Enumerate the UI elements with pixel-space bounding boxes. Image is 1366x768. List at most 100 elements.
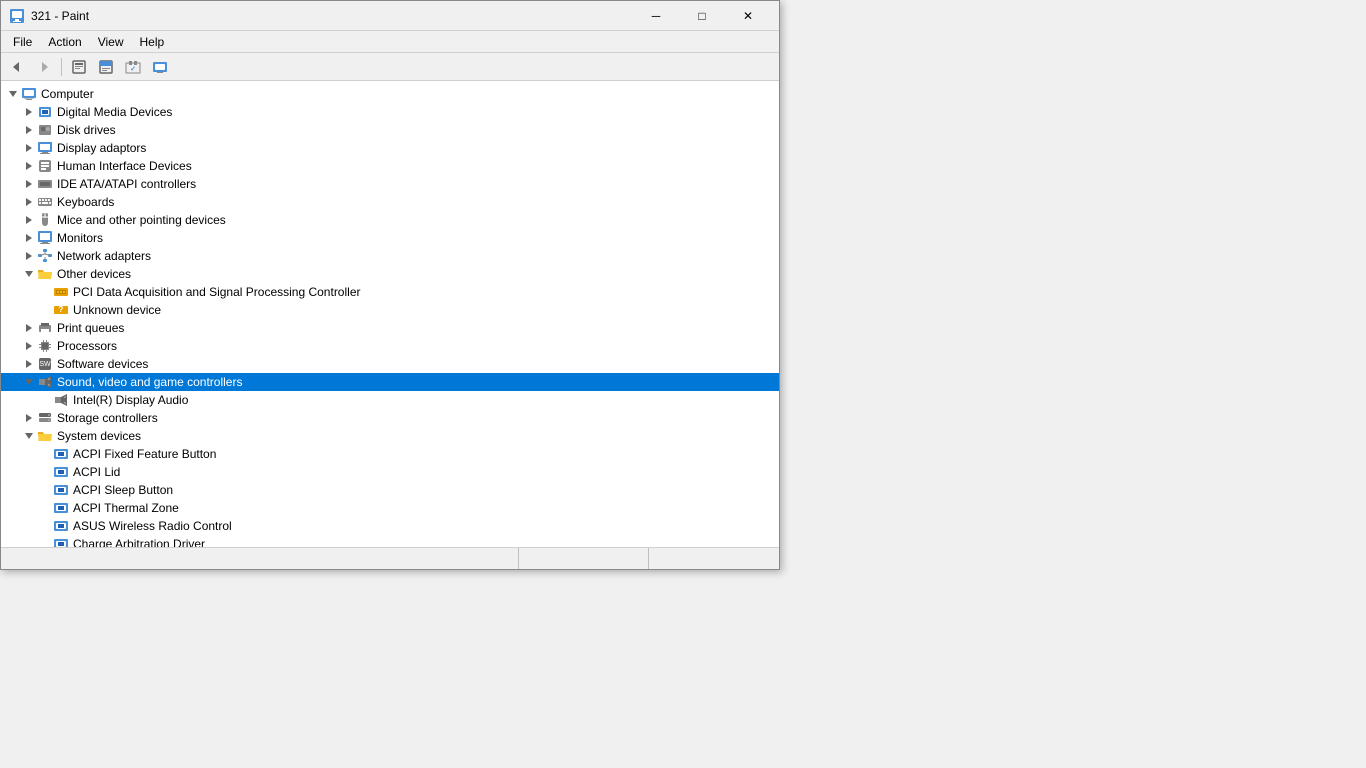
device-label-software-devices: Software devices [57, 357, 148, 371]
tree-item-disk-drives[interactable]: Disk drives [1, 121, 779, 139]
tree-item-display-adaptors[interactable]: Display adaptors [1, 139, 779, 157]
tree-item-software-devices[interactable]: SW Software devices [1, 355, 779, 373]
status-section-1 [1, 548, 519, 569]
tree-item-acpi-fixed-feature[interactable]: ACPI Fixed Feature Button [1, 445, 779, 463]
expand-icon-acpi-fixed-feature [37, 446, 53, 462]
tree-item-acpi-sleep[interactable]: ACPI Sleep Button [1, 481, 779, 499]
device-label-acpi-sleep: ACPI Sleep Button [73, 483, 173, 497]
tree-item-print-queues[interactable]: Print queues [1, 319, 779, 337]
device-label-ide-atapi: IDE ATA/ATAPI controllers [57, 177, 196, 191]
tree-item-pci-data[interactable]: PCI Data Acquisition and Signal Processi… [1, 283, 779, 301]
tree-item-intel-display-audio[interactable]: Intel(R) Display Audio [1, 391, 779, 409]
device-label-acpi-lid: ACPI Lid [73, 465, 120, 479]
device-icon-acpi-lid [53, 464, 69, 480]
tree-item-acpi-thermal[interactable]: ACPI Thermal Zone [1, 499, 779, 517]
svg-text:SW: SW [39, 361, 51, 368]
device-icon-monitors [37, 230, 53, 246]
tree-item-acpi-lid[interactable]: ACPI Lid [1, 463, 779, 481]
tree-item-storage-controllers[interactable]: Storage controllers [1, 409, 779, 427]
menu-file[interactable]: File [5, 33, 40, 51]
device-icon-other-devices [37, 266, 53, 282]
status-section-2 [519, 548, 649, 569]
device-icon-computer [21, 86, 37, 102]
tree-item-unknown-device[interactable]: ?Unknown device [1, 301, 779, 319]
minimize-button[interactable]: ─ [633, 1, 679, 31]
tree-item-keyboards[interactable]: Keyboards [1, 193, 779, 211]
tree-item-sound-video[interactable]: Sound, video and game controllers [1, 373, 779, 391]
device-label-monitors: Monitors [57, 231, 103, 245]
expand-icon-computer[interactable] [5, 86, 21, 102]
enable-device-button[interactable]: ✓ [121, 56, 145, 78]
expand-icon-asus-wireless [37, 518, 53, 534]
menu-bar: File Action View Help [1, 31, 779, 53]
tree-item-charge-arbitration[interactable]: Charge Arbitration Driver [1, 535, 779, 547]
toolbar-separator-1 [61, 58, 62, 76]
device-label-network-adapters: Network adapters [57, 249, 151, 263]
expand-icon-keyboards[interactable] [21, 194, 37, 210]
menu-action[interactable]: Action [40, 33, 89, 51]
maximize-button[interactable]: □ [679, 1, 725, 31]
tree-item-system-devices[interactable]: System devices [1, 427, 779, 445]
device-icon-disk-drives [37, 122, 53, 138]
expand-icon-other-devices[interactable] [21, 266, 37, 282]
expand-icon-acpi-sleep [37, 482, 53, 498]
tree-item-mice[interactable]: Mice and other pointing devices [1, 211, 779, 229]
device-icon-ide-atapi [37, 176, 53, 192]
expand-icon-charge-arbitration [37, 536, 53, 547]
expand-icon-human-interface[interactable] [21, 158, 37, 174]
expand-icon-disk-drives[interactable] [21, 122, 37, 138]
expand-icon-acpi-thermal [37, 500, 53, 516]
expand-icon-storage-controllers[interactable] [21, 410, 37, 426]
tree-item-digital-media[interactable]: Digital Media Devices [1, 103, 779, 121]
expand-icon-monitors[interactable] [21, 230, 37, 246]
device-icon-acpi-thermal [53, 500, 69, 516]
device-icon-charge-arbitration [53, 536, 69, 547]
device-icon-processors [37, 338, 53, 354]
menu-help[interactable]: Help [132, 33, 173, 51]
expand-icon-digital-media[interactable] [21, 104, 37, 120]
expand-icon-ide-atapi[interactable] [21, 176, 37, 192]
expand-icon-sound-video[interactable] [21, 374, 37, 390]
expand-icon-unknown-device [37, 302, 53, 318]
properties-button[interactable] [67, 56, 91, 78]
tree-item-ide-atapi[interactable]: IDE ATA/ATAPI controllers [1, 175, 779, 193]
device-label-intel-display-audio: Intel(R) Display Audio [73, 393, 188, 407]
device-label-other-devices: Other devices [57, 267, 131, 281]
device-icon-intel-display-audio [53, 392, 69, 408]
expand-icon-display-adaptors[interactable] [21, 140, 37, 156]
expand-icon-network-adapters[interactable] [21, 248, 37, 264]
svg-text:?: ? [59, 305, 64, 314]
device-icon-display-adaptors [37, 140, 53, 156]
tree-item-network-adapters[interactable]: Network adapters [1, 247, 779, 265]
device-icon-human-interface [37, 158, 53, 174]
device-icon-software-devices: SW [37, 356, 53, 372]
expand-icon-print-queues[interactable] [21, 320, 37, 336]
tree-item-processors[interactable]: Processors [1, 337, 779, 355]
tree-item-computer[interactable]: Computer [1, 85, 779, 103]
device-icon-keyboards [37, 194, 53, 210]
tree-item-asus-wireless[interactable]: ASUS Wireless Radio Control [1, 517, 779, 535]
device-label-acpi-fixed-feature: ACPI Fixed Feature Button [73, 447, 216, 461]
title-bar: 321 - Paint ─ □ ✕ [1, 1, 779, 31]
device-label-acpi-thermal: ACPI Thermal Zone [73, 501, 179, 515]
forward-button[interactable] [32, 56, 56, 78]
expand-icon-system-devices[interactable] [21, 428, 37, 444]
device-label-storage-controllers: Storage controllers [57, 411, 158, 425]
show-devices-button[interactable] [148, 56, 172, 78]
window-controls: ─ □ ✕ [633, 1, 771, 31]
device-icon-digital-media [37, 104, 53, 120]
device-label-human-interface: Human Interface Devices [57, 159, 192, 173]
update-driver-button[interactable] [94, 56, 118, 78]
tree-item-human-interface[interactable]: Human Interface Devices [1, 157, 779, 175]
tree-item-other-devices[interactable]: Other devices [1, 265, 779, 283]
expand-icon-software-devices[interactable] [21, 356, 37, 372]
tree-item-monitors[interactable]: Monitors [1, 229, 779, 247]
expand-icon-mice[interactable] [21, 212, 37, 228]
device-label-sound-video: Sound, video and game controllers [57, 375, 242, 389]
device-label-mice: Mice and other pointing devices [57, 213, 226, 227]
close-button[interactable]: ✕ [725, 1, 771, 31]
back-button[interactable] [5, 56, 29, 78]
device-tree[interactable]: ComputerDigital Media DevicesDisk drives… [1, 81, 779, 547]
menu-view[interactable]: View [90, 33, 132, 51]
expand-icon-processors[interactable] [21, 338, 37, 354]
